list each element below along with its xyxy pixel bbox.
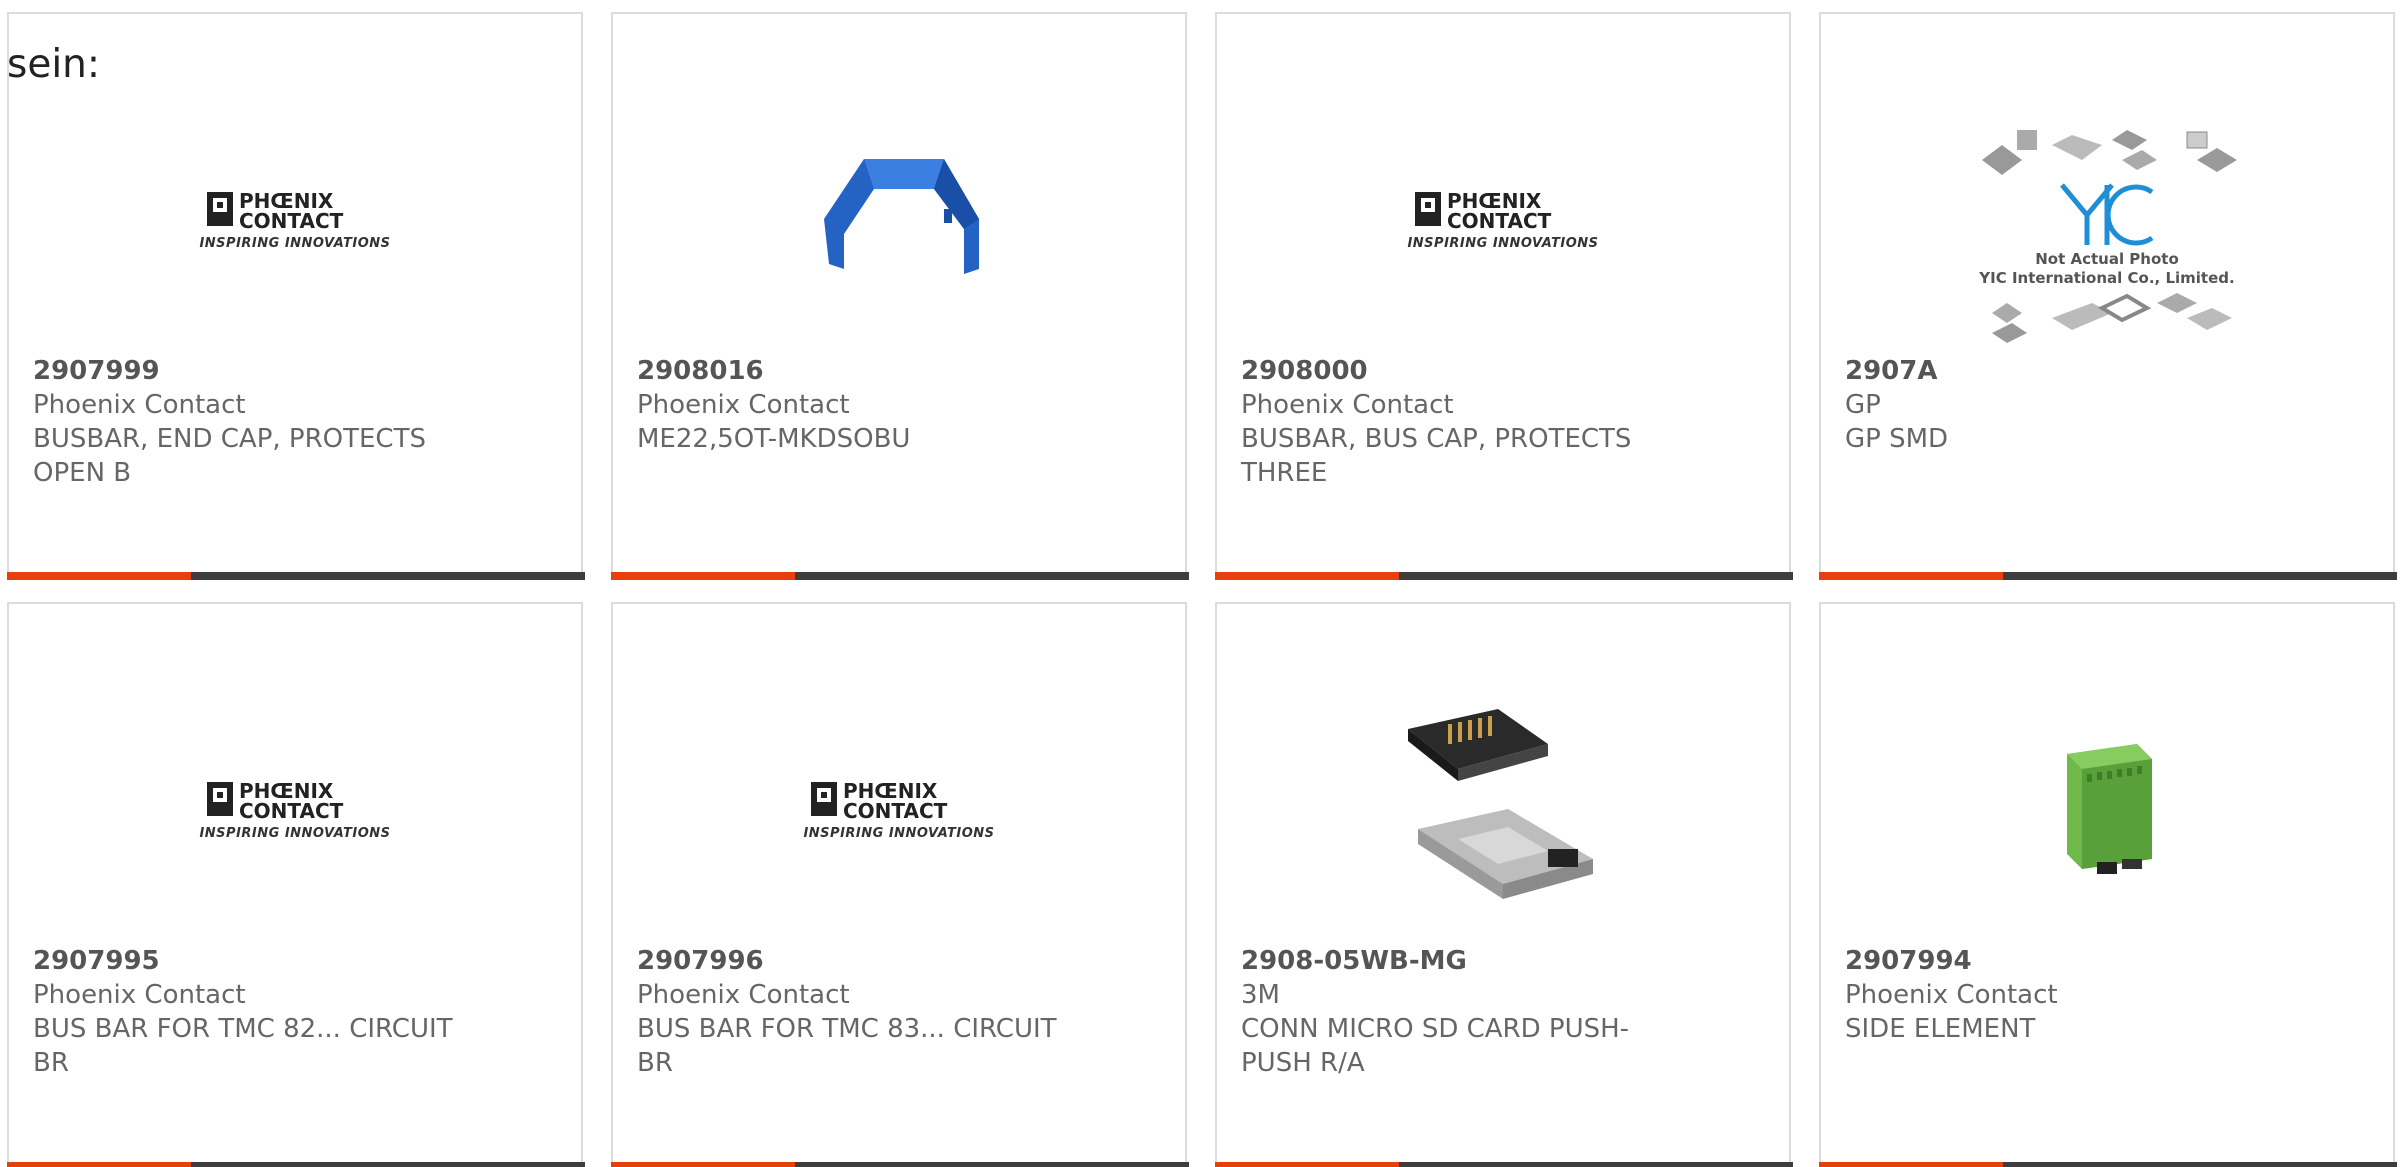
logo-tagline: INSPIRING INNOVATIONS bbox=[803, 825, 995, 841]
part-number[interactable]: 2907996 bbox=[637, 944, 1077, 978]
part-number[interactable]: 2907994 bbox=[1845, 944, 2285, 978]
description: SIDE ELEMENT bbox=[1845, 1014, 2036, 1044]
product-image[interactable] bbox=[1821, 664, 2393, 954]
product-image[interactable] bbox=[613, 74, 1185, 364]
product-card[interactable]: PHŒNIX CONTACT INSPIRING INNOVATIONS 290… bbox=[7, 602, 585, 1167]
product-image[interactable]: Not Actual Photo YIC International Co., … bbox=[1821, 94, 2393, 374]
description: GP SMD bbox=[1845, 424, 1949, 454]
green-module-photo bbox=[2067, 744, 2152, 874]
part-number[interactable]: 2907999 bbox=[33, 354, 473, 388]
product-image[interactable]: PHŒNIX CONTACT INSPIRING INNOVATIONS bbox=[9, 664, 581, 954]
yic-caption-line2: YIC International Co., Limited. bbox=[1979, 269, 2235, 287]
description: BUS BAR FOR TMC 83... CIRCUIT BR bbox=[637, 1014, 1057, 1078]
card-footer-bar bbox=[7, 572, 585, 580]
yic-placeholder-image: Not Actual Photo YIC International Co., … bbox=[1972, 120, 2242, 348]
manufacturer: Phoenix Contact bbox=[33, 390, 246, 420]
product-card[interactable]: PHŒNIX CONTACT INSPIRING INNOVATIONS 290… bbox=[1215, 12, 1793, 580]
logo-tagline: INSPIRING INNOVATIONS bbox=[199, 825, 391, 841]
manufacturer: Phoenix Contact bbox=[33, 980, 246, 1010]
description: ME22,5OT-MKDSOBU bbox=[637, 424, 911, 454]
description: BUSBAR, END CAP, PROTECTS OPEN B bbox=[33, 424, 426, 488]
phoenix-contact-logo: PHŒNIX CONTACT INSPIRING INNOVATIONS bbox=[1407, 188, 1598, 251]
part-number[interactable]: 2908016 bbox=[637, 354, 1077, 388]
manufacturer: Phoenix Contact bbox=[1241, 390, 1454, 420]
manufacturer: Phoenix Contact bbox=[637, 980, 850, 1010]
product-image[interactable]: PHŒNIX CONTACT INSPIRING INNOVATIONS bbox=[1217, 74, 1789, 364]
phoenix-contact-logo: PHŒNIX CONTACT INSPIRING INNOVATIONS bbox=[199, 778, 390, 841]
sd-card-connector-photo bbox=[1408, 709, 1593, 899]
svg-text:CONTACT: CONTACT bbox=[239, 209, 344, 232]
product-card[interactable]: 2907994 Phoenix Contact SIDE ELEMENT bbox=[1819, 602, 2397, 1167]
part-number[interactable]: 2907995 bbox=[33, 944, 473, 978]
section-heading: sein: bbox=[7, 42, 101, 87]
logo-tagline: INSPIRING INNOVATIONS bbox=[199, 235, 391, 251]
yic-caption-line1: Not Actual Photo bbox=[2035, 250, 2179, 268]
product-card[interactable]: 2908016 Phoenix Contact ME22,5OT-MKDSOBU bbox=[611, 12, 1189, 580]
yic-logo bbox=[2060, 183, 2154, 246]
product-grid-page: sein: PHŒNIX CONTACT INSPIRING INNOVATIO… bbox=[0, 0, 2400, 1167]
part-number[interactable]: 2908-05WB-MG bbox=[1241, 944, 1681, 978]
card-footer-bar bbox=[1215, 572, 1793, 580]
part-number[interactable]: 2907A bbox=[1845, 354, 2285, 388]
product-card[interactable]: PHŒNIX CONTACT INSPIRING INNOVATIONS 290… bbox=[611, 602, 1189, 1167]
card-footer-bar bbox=[7, 1162, 585, 1167]
card-footer-bar bbox=[1215, 1162, 1793, 1167]
product-image[interactable]: PHŒNIX CONTACT INSPIRING INNOVATIONS bbox=[9, 74, 581, 364]
manufacturer: GP bbox=[1845, 390, 1881, 420]
blue-bracket-photo bbox=[824, 159, 979, 274]
logo-tagline: INSPIRING INNOVATIONS bbox=[1407, 235, 1599, 251]
product-card[interactable]: 2908-05WB-MG 3M CONN MICRO SD CARD PUSH-… bbox=[1215, 602, 1793, 1167]
manufacturer: 3M bbox=[1241, 980, 1280, 1010]
svg-text:CONTACT: CONTACT bbox=[843, 799, 948, 822]
product-image[interactable]: PHŒNIX CONTACT INSPIRING INNOVATIONS bbox=[613, 664, 1185, 954]
product-card[interactable]: Not Actual Photo YIC International Co., … bbox=[1819, 12, 2397, 580]
card-footer-bar bbox=[611, 572, 1189, 580]
product-card[interactable]: PHŒNIX CONTACT INSPIRING INNOVATIONS 290… bbox=[7, 12, 585, 580]
svg-text:CONTACT: CONTACT bbox=[1447, 209, 1552, 232]
part-number[interactable]: 2908000 bbox=[1241, 354, 1681, 388]
phoenix-contact-logo: PHŒNIX CONTACT INSPIRING INNOVATIONS bbox=[803, 778, 994, 841]
svg-text:CONTACT: CONTACT bbox=[239, 799, 344, 822]
product-image[interactable] bbox=[1217, 664, 1789, 954]
card-footer-bar bbox=[1819, 572, 2397, 580]
description: CONN MICRO SD CARD PUSH-PUSH R/A bbox=[1241, 1014, 1630, 1078]
manufacturer: Phoenix Contact bbox=[637, 390, 850, 420]
card-footer-bar bbox=[611, 1162, 1189, 1167]
card-footer-bar bbox=[1819, 1162, 2397, 1167]
description: BUSBAR, BUS CAP, PROTECTS THREE bbox=[1241, 424, 1632, 488]
description: BUS BAR FOR TMC 82... CIRCUIT BR bbox=[33, 1014, 453, 1078]
phoenix-contact-logo: PHŒNIX CONTACT INSPIRING INNOVATIONS bbox=[199, 188, 390, 251]
manufacturer: Phoenix Contact bbox=[1845, 980, 2058, 1010]
